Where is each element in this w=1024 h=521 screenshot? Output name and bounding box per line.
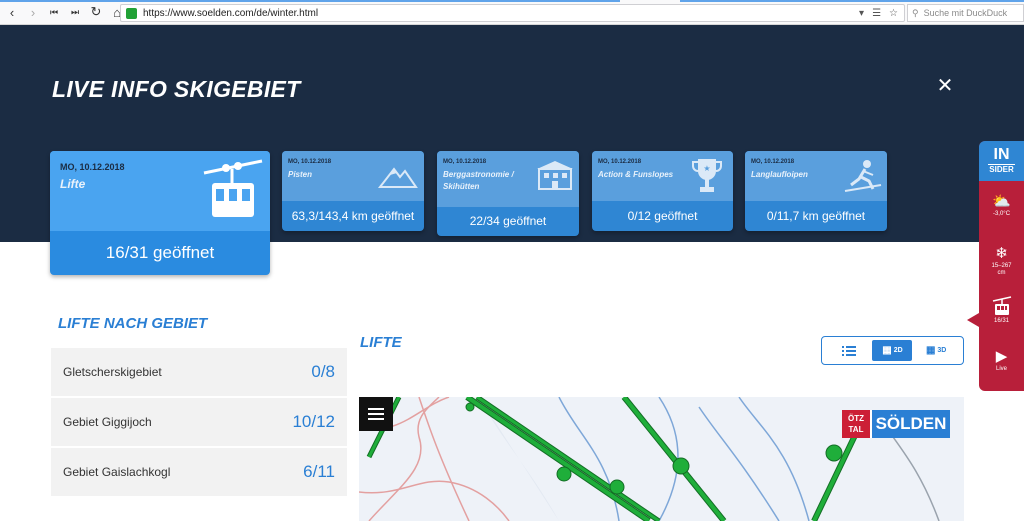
list-view-button[interactable] <box>829 340 869 361</box>
mountain-icon <box>378 167 418 188</box>
card-langlaufloipen[interactable]: MO, 10.12.2018 Langlaufloipen 0/11,7 km … <box>745 151 887 231</box>
lock-icon <box>126 7 137 19</box>
bookmark-icon[interactable]: ☆ <box>889 8 898 19</box>
insider-pointer <box>967 313 979 327</box>
card-count: 0/11,7 km geöffnet <box>766 209 866 223</box>
insider-item-label: 15–267 cm <box>991 263 1012 276</box>
reload-icon[interactable]: ↻ <box>87 3 105 21</box>
3d-view-button[interactable]: ▦ 3D <box>916 340 956 361</box>
card-date: MO, 10.12.2018 <box>598 159 642 165</box>
url-text: https://www.soelden.com/de/winter.html <box>143 7 319 19</box>
lifts-section-title: LIFTE <box>360 334 402 351</box>
area-value: 6/11 <box>303 462 335 481</box>
3d-label: 3D <box>937 347 947 354</box>
insider-item-live[interactable]: ▶ Live <box>979 348 1024 372</box>
close-icon[interactable]: ✕ <box>936 76 954 96</box>
card-name: Berggastronomie / Skihütten <box>443 170 514 191</box>
gondola-icon <box>203 159 263 217</box>
card-date: MO, 10.12.2018 <box>60 162 125 172</box>
insider-item-lifts[interactable]: 16/31 <box>979 296 1024 324</box>
soelden-logo: ÖTZ TAL SÖLDEN <box>842 410 950 438</box>
logo-soelden: SÖLDEN <box>870 410 950 438</box>
area-label: Gebiet Gaislachkogl <box>63 465 171 479</box>
insider-item-label: Live <box>995 366 1007 372</box>
skip-back-icon[interactable]: ⏮ <box>45 3 63 21</box>
dropdown-icon[interactable]: ▾ <box>859 8 864 19</box>
area-label: Gebiet Giggijoch <box>63 415 152 429</box>
forward-icon[interactable]: › <box>24 3 42 21</box>
back-icon[interactable]: ‹ <box>3 3 21 21</box>
address-bar[interactable]: https://www.soelden.com/de/winter.html ▾… <box>120 4 905 22</box>
card-count: 0/12 geöffnet <box>627 209 698 223</box>
map-menu-button[interactable] <box>359 397 393 431</box>
insider-brand[interactable]: IN SIDER <box>979 141 1024 181</box>
card-berggastronomie[interactable]: MO, 10.12.2018 Berggastronomie / Skihütt… <box>437 151 579 236</box>
card-action-funslopes[interactable]: MO, 10.12.2018 Action & Funslopes ★ 0/12… <box>592 151 733 231</box>
insider-item-label: -3,0°C <box>992 211 1011 217</box>
card-lifte[interactable]: MO, 10.12.2018 Lifte 16/31 geöffnet <box>50 151 270 275</box>
area-value: 10/12 <box>292 412 335 431</box>
video-icon: ▶ <box>995 348 1008 365</box>
logo-oetztal: ÖTZ TAL <box>842 410 870 438</box>
insider-brand-sider: SIDER <box>988 164 1015 174</box>
2d-label: 2D <box>893 347 903 354</box>
card-name: Action & Funslopes <box>598 170 674 179</box>
hut-icon <box>537 161 573 190</box>
insider-panel: IN SIDER ⛅ -3,0°C ❄ 15–267 cm 16/31 ▶ Li… <box>979 141 1024 391</box>
card-name: Lifte <box>60 177 86 191</box>
card-name: Langlaufloipen <box>751 170 808 179</box>
page-load-progress <box>0 0 1024 2</box>
card-name: Pisten <box>288 170 313 179</box>
area-row-giggijoch[interactable]: Gebiet Giggijoch 10/12 <box>51 398 347 446</box>
weather-icon: ⛅ <box>992 193 1011 210</box>
snowflake-icon: ❄ <box>995 245 1008 262</box>
card-count: 22/34 geöffnet <box>469 214 547 228</box>
card-date: MO, 10.12.2018 <box>443 159 487 165</box>
cross-country-skier-icon <box>844 160 882 192</box>
area-label: Gletscherskigebiet <box>63 365 162 379</box>
card-count: 63,3/143,4 km geöffnet <box>291 209 415 223</box>
search-input[interactable]: ⚲ Suche mit DuckDuck <box>907 4 1024 22</box>
search-placeholder: Suche mit DuckDuck <box>923 8 1008 18</box>
area-value: 0/8 <box>311 362 335 381</box>
svg-text:★: ★ <box>703 164 710 173</box>
view-toggle: ▦ 2D ▦ 3D <box>821 336 964 365</box>
area-section-title: LIFTE NACH GEBIET <box>58 315 208 332</box>
insider-item-label: 16/31 <box>993 318 1009 324</box>
card-pisten[interactable]: MO, 10.12.2018 Pisten 63,3/143,4 km geöf… <box>282 151 424 231</box>
map-icon: ▦ <box>925 345 936 356</box>
trophy-icon: ★ <box>692 159 722 192</box>
insider-item-weather[interactable]: ⛅ -3,0°C <box>979 193 1024 217</box>
hamburger-icon <box>368 408 384 410</box>
list-icon <box>841 345 856 356</box>
area-row-gaislachkogl[interactable]: Gebiet Gaislachkogl 6/11 <box>51 448 347 496</box>
insider-item-snow[interactable]: ❄ 15–267 cm <box>979 245 1024 277</box>
insider-brand-in: IN <box>993 146 1010 163</box>
map-icon: ▦ <box>882 345 892 356</box>
card-date: MO, 10.12.2018 <box>751 159 795 165</box>
page-title: LIVE INFO SKIGEBIET <box>52 76 301 102</box>
skip-forward-icon[interactable]: ⏭ <box>66 3 84 21</box>
reader-icon[interactable]: ☰ <box>872 8 881 19</box>
search-icon: ⚲ <box>912 7 919 18</box>
card-date: MO, 10.12.2018 <box>288 159 332 165</box>
area-row-gletscher[interactable]: Gletscherskigebiet 0/8 <box>51 348 347 396</box>
card-count: 16/31 geöffnet <box>105 243 215 262</box>
hamburger-line <box>368 413 384 415</box>
2d-view-button[interactable]: ▦ 2D <box>872 340 913 361</box>
hamburger-line <box>368 418 384 420</box>
gondola-icon <box>992 296 1011 315</box>
